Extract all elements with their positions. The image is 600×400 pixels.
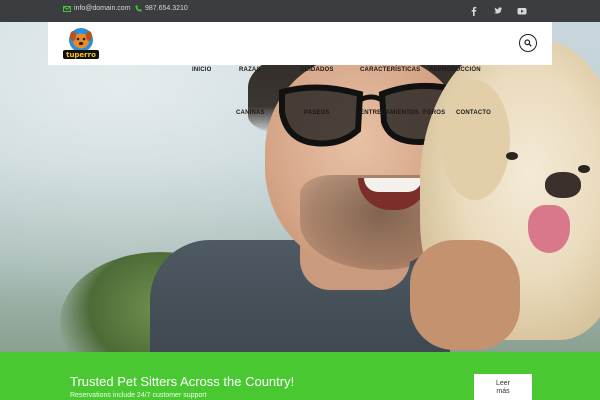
nav-item-caninas[interactable]: CANINAS [236,110,265,116]
nav-item-paseos[interactable]: PASEOS [304,110,330,116]
search-icon [524,39,532,47]
nav-item-caracteristicas[interactable]: CARACTERÍSTICAS [360,67,420,73]
read-more-label-line1: Leer [495,380,510,387]
envelope-icon [63,5,71,12]
dog-eye-left [506,152,518,160]
nav-item-reproduccion[interactable]: REPRODUCCIÓN [429,67,481,73]
phone-icon [135,5,142,12]
email-text: info@domain.com [74,5,131,12]
nav-item-entrenamientos[interactable]: ENTRENAMIENTOS [360,110,419,116]
twitter-icon[interactable] [492,5,504,17]
man-hand [410,240,520,350]
search-button[interactable] [519,34,537,52]
read-more-button[interactable]: Leer más [474,374,532,400]
phone-text: 987.654.3210 [145,5,188,12]
dog-ear [440,80,510,200]
nav-item-cuidados[interactable]: CUIDADOS [300,67,334,73]
site-header [48,22,552,65]
phone-link[interactable]: 987.654.3210 [135,5,188,12]
youtube-icon[interactable] [516,5,528,17]
nav-item-foros[interactable]: FOROS [423,110,445,116]
nav-item-inicio[interactable]: INICIO [192,67,212,73]
dog-eye-right [578,165,590,173]
site-logo[interactable]: tuperro [62,27,100,61]
facebook-icon[interactable] [468,5,480,17]
man-teeth [364,178,422,192]
logo-text: tuperro [66,51,96,59]
nav-item-razas[interactable]: RAZAS [239,67,261,73]
top-bar: info@domain.com 987.654.3210 [0,0,600,22]
dog-tongue [528,205,570,253]
email-link[interactable]: info@domain.com [63,5,131,12]
banner-title: Trusted Pet Sitters Across the Country! [70,374,295,389]
banner-subtitle: Reservations include 24/7 customer suppo… [70,392,207,399]
nav-item-contacto[interactable]: CONTACTO [456,110,491,116]
read-more-label-line2: más [496,388,510,395]
dog-nose [545,172,581,198]
